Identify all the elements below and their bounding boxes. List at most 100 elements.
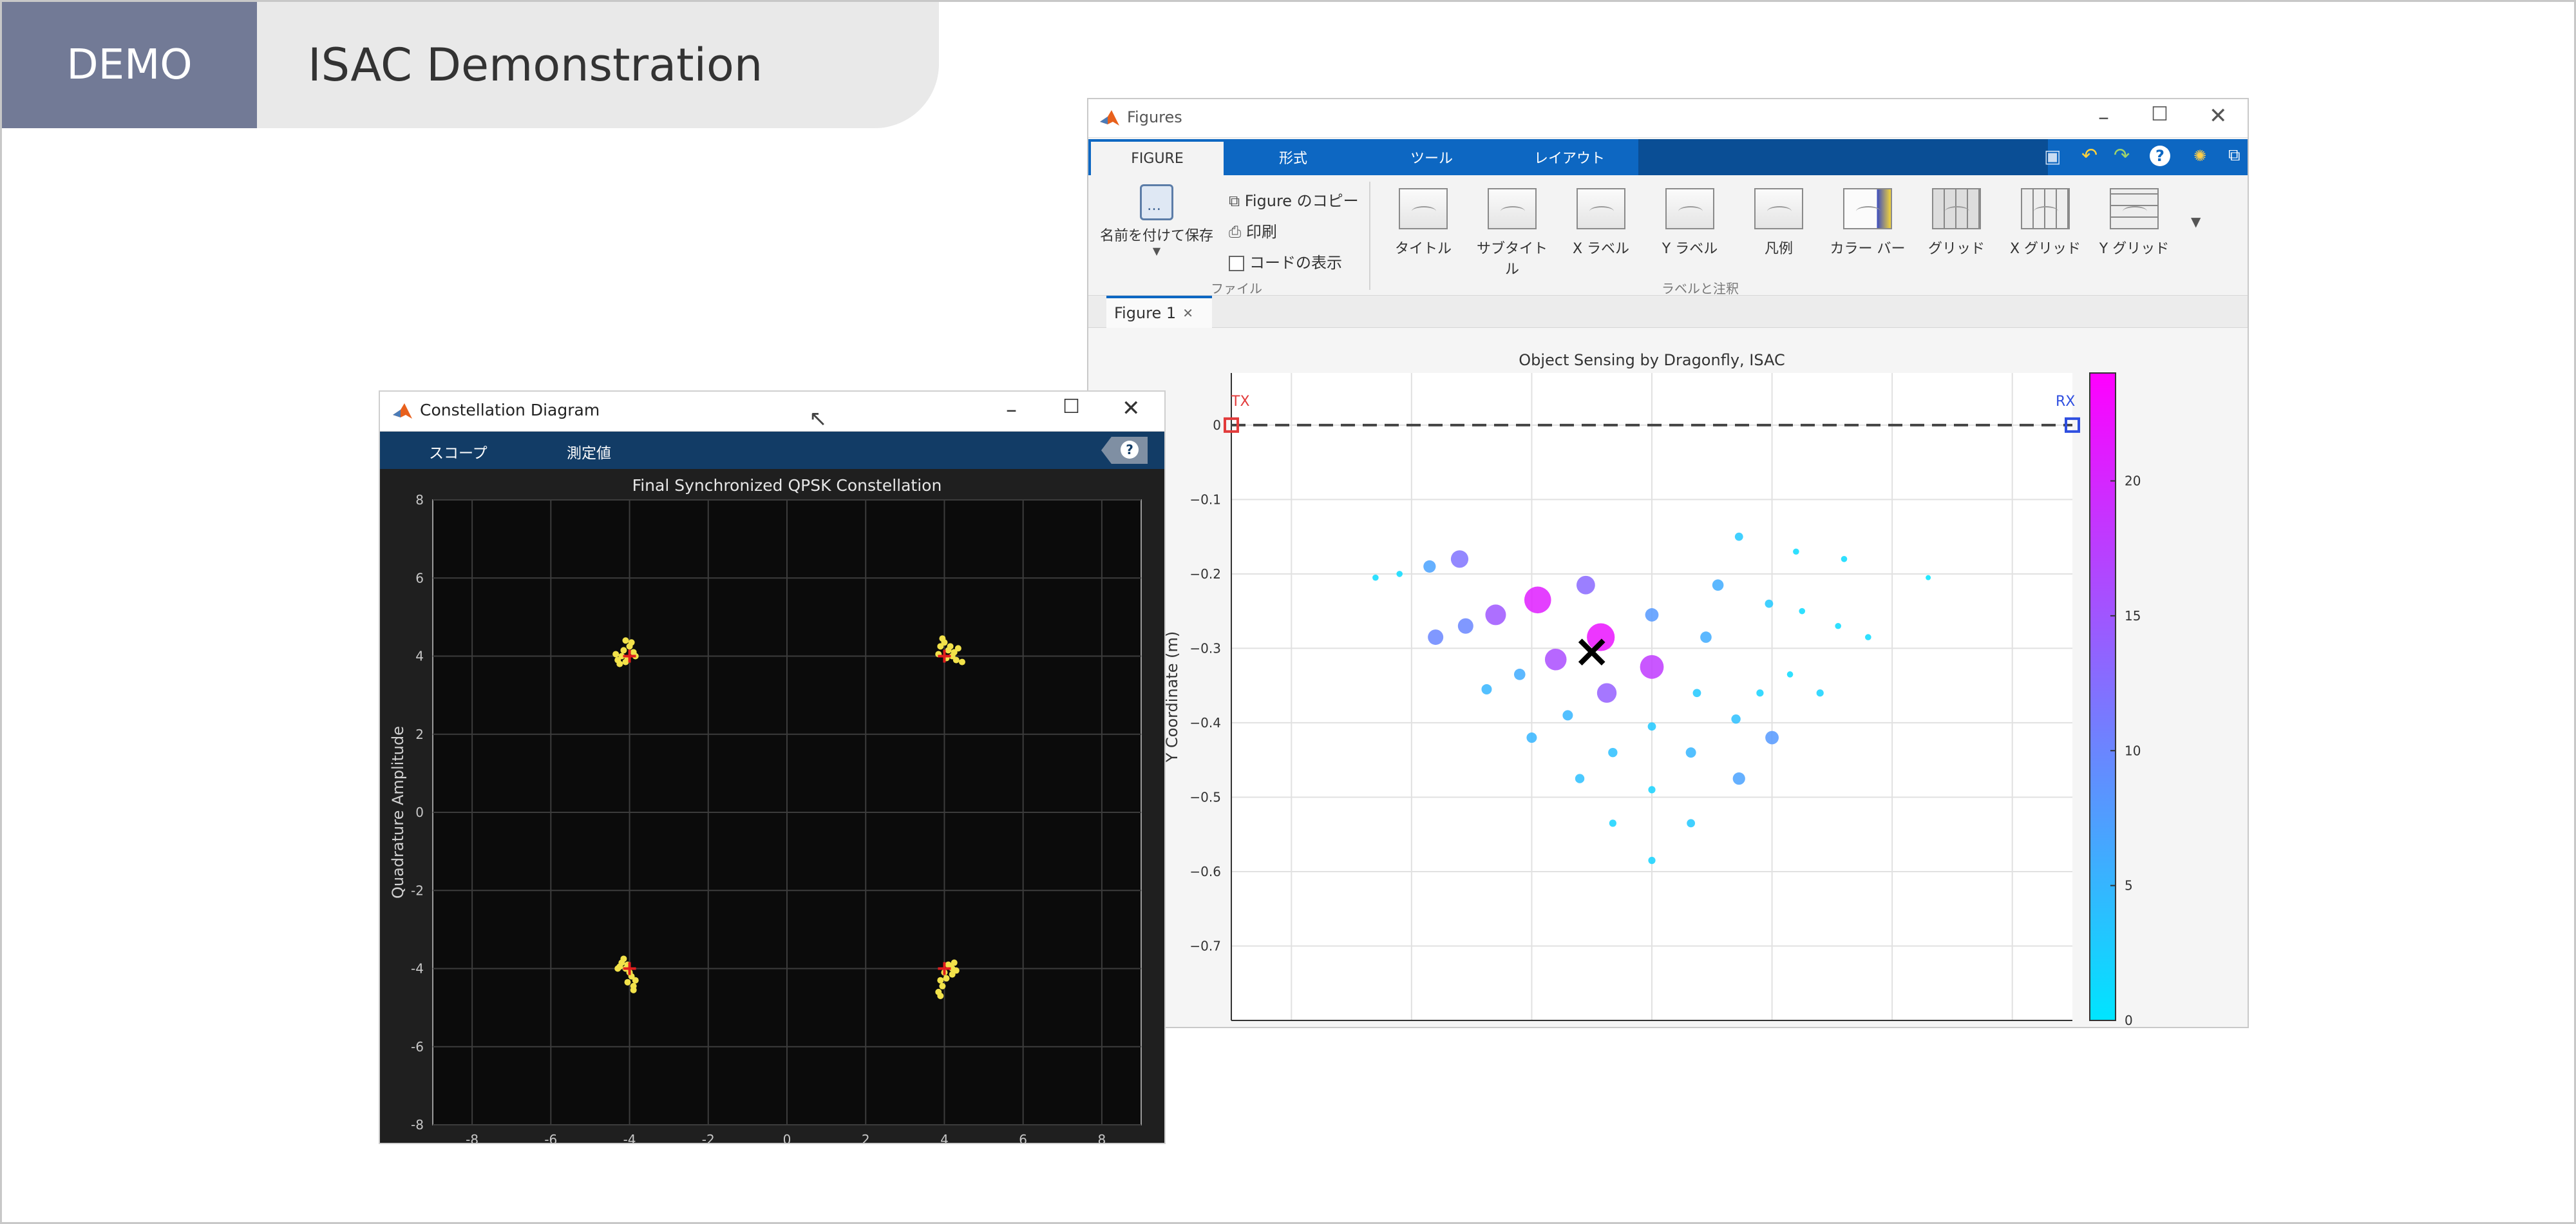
ylabel-button[interactable]: Y ラベル bbox=[1651, 188, 1728, 258]
sensing-point bbox=[1457, 618, 1473, 634]
y-tick-label: −0.5 bbox=[1189, 789, 1221, 805]
help-icon[interactable]: ? bbox=[2150, 146, 2170, 166]
sensing-point bbox=[1428, 629, 1444, 645]
sensing-point bbox=[1647, 722, 1656, 731]
sensing-point bbox=[1786, 671, 1794, 678]
tabs-spacer bbox=[1638, 139, 2048, 175]
y-tick-label: 8 bbox=[415, 492, 424, 508]
constellation-window: Constellation Diagram ↖ – ☐ ✕ スコープ 測定値 ?… bbox=[379, 390, 1166, 1144]
ygrid-button[interactable]: Y グリッド bbox=[2096, 188, 2173, 258]
sensing-point bbox=[1865, 634, 1871, 640]
sensing-point bbox=[1926, 575, 1931, 580]
y-tick-label: 2 bbox=[415, 727, 424, 742]
received-symbol bbox=[939, 635, 946, 642]
redo-icon[interactable]: ↷ bbox=[2114, 144, 2130, 167]
x-tick-label: 8 bbox=[1098, 1132, 1106, 1143]
close-button[interactable]: ✕ bbox=[1122, 396, 1141, 421]
help-icon[interactable]: ? bbox=[1121, 441, 1139, 459]
x-tick-label: 2 bbox=[862, 1132, 870, 1143]
subtitle-icon bbox=[1488, 188, 1537, 229]
colorbar-icon bbox=[1843, 188, 1892, 229]
figures-window: Figures – ☐ ✕ FIGURE 形式 ツール レイアウト ▣ ↶ ↷ … bbox=[1087, 98, 2249, 1028]
save-as-button[interactable]: … 名前を付けて保存 ▼ bbox=[1099, 184, 1215, 257]
received-symbol bbox=[620, 955, 627, 962]
menu-measurements[interactable]: 測定値 bbox=[567, 441, 611, 463]
xlabel-button[interactable]: X ラベル bbox=[1562, 188, 1640, 258]
sensing-point bbox=[1526, 732, 1537, 743]
legend-button[interactable]: 凡例 bbox=[1740, 188, 1817, 258]
undock-icon[interactable]: ⧉ bbox=[2228, 146, 2240, 166]
tab-layout[interactable]: レイアウト bbox=[1501, 139, 1638, 175]
sensing-point bbox=[1640, 655, 1664, 679]
sensing-point bbox=[1645, 608, 1659, 622]
received-symbol bbox=[628, 639, 635, 646]
y-tick-label: 0 bbox=[1213, 417, 1221, 433]
ylabel-button-label: Y ラベル bbox=[1662, 241, 1718, 257]
y-tick-label: −0.4 bbox=[1189, 715, 1221, 731]
sensing-point bbox=[1841, 555, 1848, 562]
received-symbol bbox=[943, 975, 950, 982]
sensing-point bbox=[1816, 689, 1824, 697]
document-tab-bar: Figure 1 ✕ bbox=[1088, 296, 2248, 328]
subtitle-button[interactable]: サブタイトル bbox=[1473, 188, 1551, 278]
sensing-point bbox=[1648, 857, 1656, 865]
y-tick-label: -6 bbox=[411, 1039, 424, 1055]
y-tick-label: −0.2 bbox=[1189, 566, 1221, 582]
minimize-button[interactable]: – bbox=[2098, 104, 2109, 130]
tab-tools[interactable]: ツール bbox=[1363, 139, 1501, 175]
pin-icon[interactable]: ✺ bbox=[2193, 147, 2206, 165]
minimize-button[interactable]: – bbox=[1006, 397, 1017, 423]
mouse-cursor-icon: ↖ bbox=[809, 406, 828, 432]
xgrid-button[interactable]: X グリッド bbox=[2007, 188, 2084, 258]
group-divider bbox=[1369, 182, 1370, 290]
y-axis-title: Quadrature Amplitude bbox=[389, 726, 407, 899]
sensing-point bbox=[1685, 747, 1696, 758]
ribbon-panel: … 名前を付けて保存 ▼ ⧉ Figure のコピー ⎙ 印刷 コードの表示 フ… bbox=[1088, 175, 2248, 296]
printer-icon: ⎙ bbox=[1229, 223, 1246, 241]
chevron-down-icon: ▼ bbox=[1152, 245, 1161, 257]
sensing-point bbox=[1756, 689, 1764, 697]
colorbar-tick-label: 20 bbox=[2125, 473, 2141, 489]
colorbar-tick-label: 0 bbox=[2125, 1013, 2133, 1027]
save-icon[interactable]: ▣ bbox=[2044, 146, 2061, 167]
sensing-point bbox=[1687, 819, 1696, 828]
colorbar-button[interactable]: カラー バー bbox=[1829, 188, 1906, 258]
sensing-point bbox=[1609, 819, 1616, 827]
x-tick-label: -2 bbox=[702, 1132, 715, 1143]
received-symbol bbox=[630, 986, 637, 993]
maximize-button[interactable]: ☐ bbox=[1063, 396, 1080, 418]
copy-figure-button[interactable]: ⧉ Figure のコピー bbox=[1229, 188, 1359, 211]
tab-figure[interactable]: FIGURE bbox=[1091, 139, 1224, 175]
figures-title-bar: Figures – ☐ ✕ bbox=[1088, 99, 2248, 138]
received-symbol bbox=[958, 658, 965, 665]
tab-format[interactable]: 形式 bbox=[1224, 139, 1363, 175]
slide-header: DEMO ISAC Demonstration bbox=[2, 2, 939, 128]
plot-title: Object Sensing by Dragonfly, ISAC bbox=[1519, 351, 1785, 369]
received-symbol bbox=[614, 965, 621, 972]
legend-icon bbox=[1754, 188, 1803, 229]
received-symbol bbox=[612, 651, 620, 658]
y-axis-title: Y Coordinate (m) bbox=[1163, 631, 1181, 763]
show-code-checkbox[interactable]: コードの表示 bbox=[1229, 250, 1342, 273]
close-tab-icon[interactable]: ✕ bbox=[1182, 305, 1193, 321]
title-button[interactable]: タイトル bbox=[1385, 188, 1462, 258]
ribbon-more-icon[interactable]: ▼ bbox=[2191, 214, 2201, 229]
colorbar-tick-label: 5 bbox=[2125, 878, 2133, 894]
undo-icon[interactable]: ↶ bbox=[2081, 144, 2098, 167]
close-button[interactable]: ✕ bbox=[2209, 103, 2228, 129]
colorbar-tick-label: 15 bbox=[2125, 608, 2141, 624]
y-tick-label: −0.7 bbox=[1189, 938, 1221, 953]
figure-1-tab[interactable]: Figure 1 ✕ bbox=[1106, 296, 1212, 328]
print-button[interactable]: ⎙ 印刷 bbox=[1229, 219, 1277, 242]
grid-button[interactable]: グリッド bbox=[1918, 188, 1995, 258]
y-tick-label: 0 bbox=[415, 805, 424, 820]
copy-icon: ⧉ bbox=[1229, 192, 1245, 210]
sensing-point bbox=[1712, 579, 1724, 591]
ygrid-button-label: Y グリッド bbox=[2099, 241, 2170, 257]
menu-scope[interactable]: スコープ bbox=[429, 441, 488, 463]
qpsk-plot: -8 -6 -4 -2 0 2 4 6 8 -8 -6 -4 -2 0 2 4 6 8 Final Synchron… bbox=[389, 476, 1142, 1143]
maximize-button[interactable]: ☐ bbox=[2151, 103, 2168, 126]
received-symbol bbox=[622, 637, 629, 644]
sensing-point bbox=[1732, 772, 1745, 785]
x-tick-label: 0 bbox=[783, 1132, 791, 1143]
